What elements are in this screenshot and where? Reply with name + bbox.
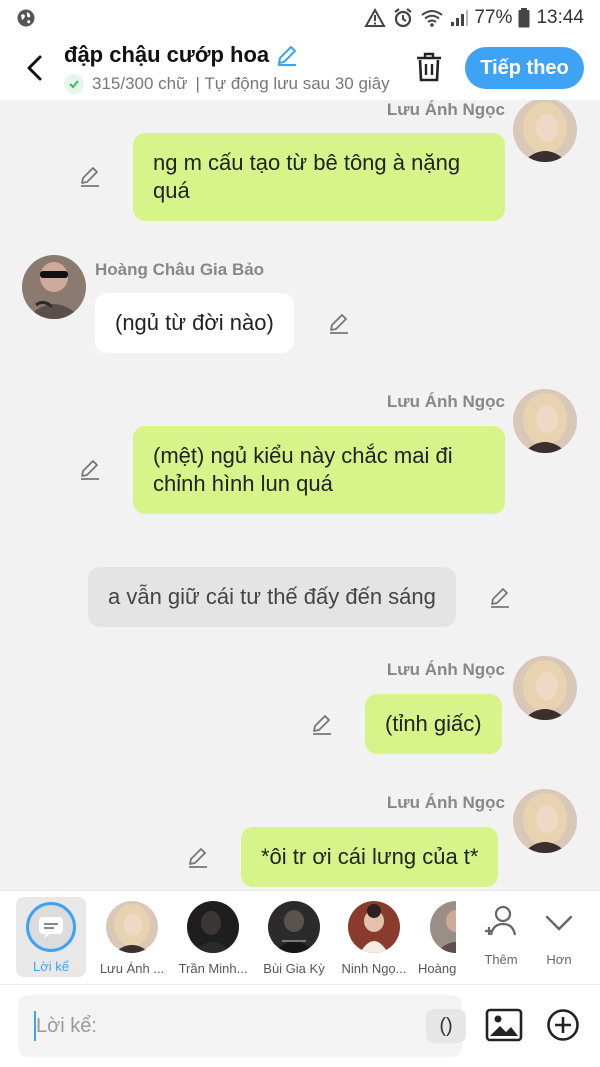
next-button[interactable]: Tiếp theo (465, 47, 584, 89)
edit-icon[interactable] (327, 311, 351, 335)
header: đập chậu cướp hoa 315/300 chữ | Tự động … (0, 36, 600, 100)
character-hoang[interactable]: Hoàng (418, 901, 456, 976)
message-bubble[interactable]: (mệt) ngủ kiểu này chắc mai đi chỉnh hìn… (133, 426, 505, 514)
message-bubble[interactable]: ng m cấu tạo từ bê tông à nặng quá (133, 133, 505, 221)
story-title-row[interactable]: đập chậu cướp hoa (64, 42, 299, 68)
message-input[interactable] (36, 995, 396, 1057)
parenthesis-button[interactable]: () (426, 1009, 466, 1043)
add-character-button[interactable]: Thêm (476, 903, 526, 967)
character-luu-anh-ngoc[interactable]: Lưu Ánh ... (95, 901, 169, 976)
narrator-icon (26, 902, 76, 952)
chevron-down-icon (545, 915, 573, 931)
message-bubble[interactable]: *ôi tr ơi cái lưng của t* (241, 827, 499, 887)
alarm-icon (394, 8, 413, 28)
avatar-luu-anh-ngoc[interactable] (513, 656, 577, 720)
narrator-tab[interactable]: Lời kể (16, 897, 86, 977)
message-bubble[interactable]: (tỉnh giấc) (365, 694, 502, 754)
character-avatar (430, 901, 456, 953)
more-label: Hơn (546, 952, 572, 967)
avatar-luu-anh-ngoc[interactable] (513, 100, 577, 162)
battery-percent: 77% (474, 7, 513, 28)
input-bar: () (0, 984, 600, 1067)
wifi-icon (421, 10, 444, 27)
character-avatar (187, 901, 239, 953)
sender-name: Lưu Ánh Ngọc (386, 100, 505, 119)
character-label: Lưu Ánh ... (99, 961, 165, 976)
status-bar: 77% 13:44 (0, 0, 600, 36)
story-title: đập chậu cướp hoa (64, 42, 270, 67)
avatar-luu-anh-ngoc[interactable] (513, 389, 577, 453)
battery-icon (518, 8, 530, 28)
character-label: Bùi Gia Kỳ (263, 961, 325, 976)
autosave-text: | Tự động lưu sau 30 giây (195, 74, 390, 93)
character-tran-minh[interactable]: Trần Minh... (176, 901, 250, 976)
signal-icon (451, 10, 469, 26)
chevron-left-icon (27, 55, 42, 81)
clock: 13:44 (536, 7, 584, 28)
pencil-icon[interactable] (275, 43, 299, 67)
character-avatar (348, 901, 400, 953)
avatar-hoang-chau-gia-bao[interactable] (22, 255, 86, 319)
edit-icon[interactable] (488, 585, 512, 609)
edit-icon[interactable] (78, 164, 102, 188)
check-icon (64, 74, 84, 94)
message-input-container: () (18, 995, 466, 1057)
sender-name: Lưu Ánh Ngọc (386, 392, 505, 411)
narration-bubble[interactable]: a vẫn giữ cái tư thế đấy đến sáng (88, 567, 456, 627)
edit-icon[interactable] (310, 712, 334, 736)
add-label: Thêm (484, 952, 518, 967)
character-avatar (106, 901, 158, 953)
trash-icon (417, 52, 441, 82)
add-icon[interactable] (546, 1008, 580, 1042)
sender-name: Lưu Ánh Ngọc (386, 793, 505, 812)
character-bar: Lời kể Lưu Ánh ... Trần Minh... Bùi Gia … (0, 890, 600, 984)
narrator-label: Lời kể (33, 959, 69, 974)
globe-icon (17, 9, 35, 27)
character-label: Hoàng (418, 961, 456, 976)
more-button[interactable]: Hơn (534, 903, 584, 967)
message-bubble[interactable]: (ngủ từ đời nào) (95, 293, 294, 353)
save-status: 315/300 chữ | Tự động lưu sau 30 giây (64, 74, 392, 94)
character-ninh-ngoc[interactable]: Ninh Ngọ... (337, 901, 411, 976)
edit-icon[interactable] (186, 845, 210, 869)
character-bui-gia-ky[interactable]: Bùi Gia Kỳ (257, 901, 331, 976)
character-avatar (268, 901, 320, 953)
character-label: Trần Minh... (178, 961, 248, 976)
add-person-icon (485, 905, 517, 936)
edit-icon[interactable] (78, 457, 102, 481)
back-button[interactable] (18, 50, 50, 86)
sender-name: Lưu Ánh Ngọc (386, 660, 505, 679)
warning-icon (364, 8, 387, 27)
char-count: 315/300 chữ (92, 74, 188, 93)
image-icon[interactable] (484, 1005, 524, 1045)
chat-area[interactable]: Lưu Ánh Ngọc ng m cấu tạo từ bê tông à n… (0, 100, 600, 890)
character-label: Ninh Ngọ... (341, 961, 407, 976)
sender-name: Hoàng Châu Gia Bảo (95, 260, 265, 279)
delete-button[interactable] (412, 48, 446, 86)
avatar-luu-anh-ngoc[interactable] (513, 789, 577, 853)
